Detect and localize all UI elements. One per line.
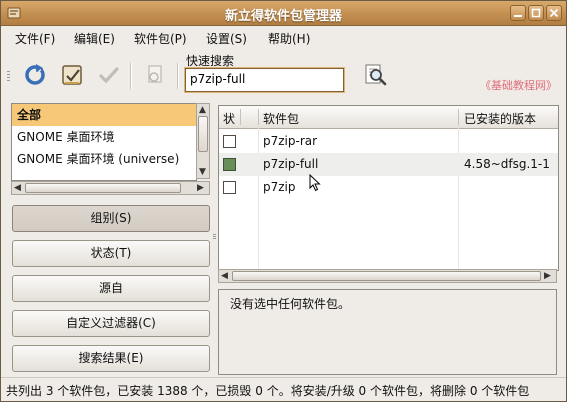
menu-file[interactable]: 文件(F) — [15, 30, 55, 47]
table-row[interactable]: p7zip-rar — [219, 130, 558, 153]
scroll-right-icon[interactable]: ▶ — [197, 183, 204, 193]
toolbar-separator — [177, 63, 179, 89]
menu-help[interactable]: 帮助(H) — [268, 30, 310, 47]
info-text: 没有选中任何软件包。 — [230, 297, 351, 311]
scroll-right-icon[interactable]: ▶ — [544, 271, 551, 281]
custom-filter-button[interactable]: 自定义过滤器(C) — [12, 310, 210, 337]
scroll-left-icon[interactable]: ◀ — [221, 271, 228, 281]
mouse-cursor-icon — [309, 174, 321, 192]
table-horizontal-scrollbar[interactable]: ◀ ▶ — [218, 269, 557, 283]
toolbar: 快速搜索 p7zip-full 《基础教程网》 — [1, 49, 566, 99]
watermark: 《基础教程网》 — [480, 79, 557, 92]
menu-bar: 文件(F) 编辑(E) 软件包(P) 设置(S) 帮助(H) — [1, 26, 566, 48]
properties-icon[interactable] — [142, 62, 168, 88]
menu-package[interactable]: 软件包(P) — [134, 30, 187, 47]
package-info-pane: 没有选中任何软件包。 — [218, 289, 557, 375]
package-name: p7zip-full — [263, 157, 319, 171]
status-bar: 共列出 3 个软件包，已安装 1388 个，已损毁 0 个。将安装/升级 0 个… — [1, 377, 566, 401]
reload-icon[interactable] — [22, 62, 48, 88]
scroll-left-icon[interactable]: ◀ — [14, 183, 21, 193]
menu-settings[interactable]: 设置(S) — [206, 30, 247, 47]
close-icon — [549, 8, 559, 18]
mark-all-upgrades-icon[interactable] — [59, 62, 85, 88]
toolbar-grip[interactable] — [7, 71, 10, 81]
package-checkbox[interactable] — [223, 135, 236, 148]
synaptic-window: 新立得软件包管理器 文件(F) 编辑(E) 软件包(P) 设置(S) 帮助(H) — [0, 0, 567, 402]
minimize-button[interactable] — [510, 5, 526, 21]
menu-edit[interactable]: 编辑(E) — [74, 30, 115, 47]
pane-splitter[interactable] — [213, 234, 216, 240]
filter-group-button[interactable]: 组别(S) — [12, 205, 210, 232]
column-header-status[interactable]: 状 — [223, 110, 235, 127]
column-header-installed-version[interactable]: 已安装的版本 — [464, 110, 536, 127]
maximize-icon — [531, 8, 541, 18]
category-item[interactable]: GNOME 桌面环境 (universe) — [12, 148, 196, 170]
filter-status-button[interactable]: 状态(T) — [12, 240, 210, 267]
category-item[interactable]: GNOME 桌面环境 — [12, 126, 196, 148]
table-row[interactable]: p7zip — [219, 176, 558, 199]
package-table[interactable]: 状 软件包 已安装的版本 p7zip-rar p7zip-full 4.58~d… — [218, 105, 559, 271]
quick-search-label: 快速搜索 — [186, 54, 235, 68]
package-name: p7zip — [263, 180, 296, 194]
filter-origin-button[interactable]: 源自 — [12, 275, 210, 302]
column-header-package[interactable]: 软件包 — [263, 110, 299, 127]
package-checkbox[interactable] — [223, 158, 236, 171]
column-separator — [240, 109, 241, 125]
category-list[interactable]: 全部 GNOME 桌面环境 GNOME 桌面环境 (universe) — [11, 103, 197, 181]
column-separator — [458, 109, 459, 125]
scroll-up-icon[interactable]: ▲ — [199, 105, 206, 115]
package-name: p7zip-rar — [263, 134, 318, 148]
search-results-button[interactable]: 搜索结果(E) — [12, 345, 210, 372]
category-horizontal-scrollbar[interactable]: ◀ ▶ — [11, 181, 210, 195]
category-item[interactable]: 全部 — [12, 104, 196, 126]
apply-icon[interactable] — [96, 62, 122, 88]
scroll-down-icon[interactable]: ▼ — [199, 167, 206, 177]
table-row[interactable]: p7zip-full 4.58~dfsg.1-1 — [219, 153, 558, 176]
quick-search-input[interactable]: p7zip-full — [184, 67, 345, 93]
installed-version: 4.58~dfsg.1-1 — [464, 157, 550, 171]
minimize-icon — [514, 15, 522, 17]
close-button[interactable] — [546, 5, 562, 21]
title-bar[interactable]: 新立得软件包管理器 — [1, 1, 566, 26]
window-title: 新立得软件包管理器 — [224, 9, 342, 24]
column-separator — [258, 109, 259, 125]
search-icon[interactable] — [363, 62, 389, 88]
package-checkbox[interactable] — [223, 181, 236, 194]
maximize-button[interactable] — [528, 5, 544, 21]
scrollbar-thumb[interactable] — [232, 271, 541, 281]
toolbar-separator — [130, 63, 132, 89]
status-text: 共列出 3 个软件包，已安装 1388 个，已损毁 0 个。将安装/升级 0 个… — [6, 384, 530, 398]
scrollbar-thumb[interactable] — [25, 183, 181, 193]
category-vertical-scrollbar[interactable]: ▲ ▼ — [196, 103, 210, 179]
scrollbar-thumb[interactable] — [198, 116, 208, 152]
table-header: 状 软件包 已安装的版本 — [219, 106, 558, 129]
